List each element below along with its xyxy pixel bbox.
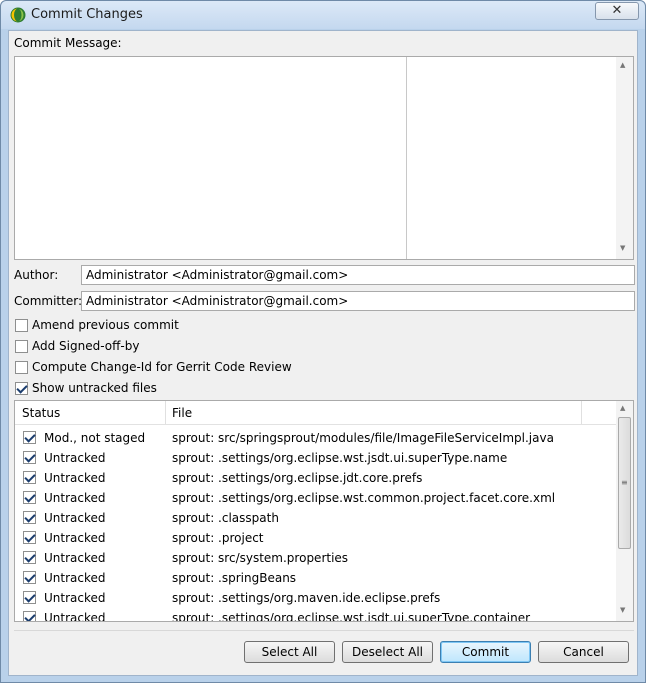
author-label: Author: (14, 268, 59, 282)
scroll-up-icon[interactable]: ▲ (620, 404, 625, 412)
signed-off-label: Add Signed-off-by (32, 339, 140, 353)
row-status: Untracked (44, 491, 106, 505)
cancel-button[interactable]: Cancel (538, 641, 629, 663)
row-status: Untracked (44, 531, 106, 545)
scrollbar-thumb[interactable]: ≡ (618, 417, 631, 549)
show-untracked-checkbox[interactable] (15, 381, 28, 395)
table-row[interactable]: Untracked sprout: src/system.properties (15, 548, 617, 568)
row-checkbox[interactable] (23, 591, 36, 604)
row-file: sprout: src/system.properties (172, 551, 349, 565)
table-row[interactable]: Untracked sprout: .settings/org.eclipse.… (15, 488, 617, 508)
row-status: Untracked (44, 511, 106, 525)
author-field[interactable]: Administrator <Administrator@gmail.com> (81, 265, 635, 285)
row-checkbox[interactable] (23, 611, 36, 621)
change-id-checkbox-row[interactable]: Compute Change-Id for Gerrit Code Review (15, 359, 292, 375)
scroll-down-icon[interactable]: ▼ (620, 244, 625, 252)
commit-button[interactable]: Commit (440, 641, 531, 663)
row-file: sprout: src/springsprout/modules/file/Im… (172, 431, 554, 445)
row-checkbox[interactable] (23, 511, 36, 524)
row-file: sprout: .classpath (172, 511, 279, 525)
row-checkbox[interactable] (23, 431, 36, 444)
row-checkbox[interactable] (23, 571, 36, 584)
row-file: sprout: .settings/org.eclipse.wst.common… (172, 491, 556, 505)
close-icon: ✕ (611, 3, 623, 18)
committer-label: Committer: (14, 294, 82, 308)
row-status: Mod., not staged (44, 431, 146, 445)
button-divider (14, 630, 634, 631)
close-button[interactable]: ✕ (595, 2, 639, 20)
row-checkbox[interactable] (23, 491, 36, 504)
row-file: sprout: .settings/org.eclipse.wst.jsdt.u… (172, 451, 508, 465)
row-checkbox[interactable] (23, 451, 36, 464)
table-row[interactable]: Untracked sprout: .settings/org.eclipse.… (15, 468, 617, 488)
table-header: Status File (15, 401, 617, 425)
column-divider[interactable] (581, 401, 582, 424)
change-id-label: Compute Change-Id for Gerrit Code Review (32, 360, 292, 374)
scroll-down-icon[interactable]: ▼ (620, 606, 625, 614)
row-status: Untracked (44, 451, 106, 465)
table-row[interactable]: Untracked sprout: .springBeans (15, 568, 617, 588)
row-checkbox[interactable] (23, 531, 36, 544)
dialog-content: Commit Message: ▲ ▼ Author: Administrato… (8, 30, 638, 676)
row-status: Untracked (44, 471, 106, 485)
row-status: Untracked (44, 551, 106, 565)
row-file: sprout: .project (172, 531, 264, 545)
signed-off-checkbox[interactable] (15, 339, 28, 353)
table-row[interactable]: Untracked sprout: .settings/org.maven.id… (15, 588, 617, 608)
row-status: Untracked (44, 591, 106, 605)
row-file: sprout: .settings/org.eclipse.jdt.core.p… (172, 471, 423, 485)
row-status: Untracked (44, 571, 106, 585)
row-checkbox[interactable] (23, 551, 36, 564)
show-untracked-label: Show untracked files (32, 381, 157, 395)
grip-icon: ≡ (621, 478, 628, 487)
table-row[interactable]: Mod., not staged sprout: src/springsprou… (15, 428, 617, 448)
window-title: Commit Changes (31, 7, 143, 22)
commit-message-label: Commit Message: (14, 36, 122, 50)
message-divider (406, 57, 407, 259)
change-id-checkbox[interactable] (15, 360, 28, 374)
table-row[interactable]: Untracked sprout: .settings/org.eclipse.… (15, 608, 617, 622)
table-row[interactable]: Untracked sprout: .project (15, 528, 617, 548)
amend-checkbox-row[interactable]: Amend previous commit (15, 317, 179, 333)
title-bar[interactable]: Commit Changes ✕ (1, 1, 645, 29)
column-divider[interactable] (165, 401, 166, 424)
files-table[interactable]: Status File Mod., not staged sprout: src… (14, 400, 634, 622)
table-row[interactable]: Untracked sprout: .settings/org.eclipse.… (15, 448, 617, 468)
amend-checkbox[interactable] (15, 318, 28, 332)
show-untracked-checkbox-row[interactable]: Show untracked files (15, 380, 157, 396)
row-file: sprout: .springBeans (172, 571, 297, 585)
committer-field[interactable]: Administrator <Administrator@gmail.com> (81, 291, 635, 311)
table-scrollbar[interactable]: ▲ ≡ ▼ (616, 401, 633, 621)
table-row[interactable]: Untracked sprout: .classpath (15, 508, 617, 528)
message-scrollbar[interactable]: ▲ ▼ (616, 57, 633, 259)
row-file: sprout: .settings/org.eclipse.wst.jsdt.u… (172, 611, 531, 622)
signed-off-checkbox-row[interactable]: Add Signed-off-by (15, 338, 139, 354)
amend-label: Amend previous commit (32, 318, 179, 332)
commit-message-input[interactable]: ▲ ▼ (14, 56, 634, 260)
select-all-button[interactable]: Select All (244, 641, 335, 663)
row-status: Untracked (44, 611, 106, 622)
eclipse-icon (10, 7, 26, 23)
deselect-all-button[interactable]: Deselect All (342, 641, 433, 663)
row-checkbox[interactable] (23, 471, 36, 484)
column-file[interactable]: File (172, 406, 192, 420)
row-file: sprout: .settings/org.maven.ide.eclipse.… (172, 591, 441, 605)
column-status[interactable]: Status (22, 406, 60, 420)
scroll-up-icon[interactable]: ▲ (620, 61, 625, 69)
commit-dialog: Commit Changes ✕ Commit Message: ▲ ▼ Aut… (0, 0, 646, 683)
